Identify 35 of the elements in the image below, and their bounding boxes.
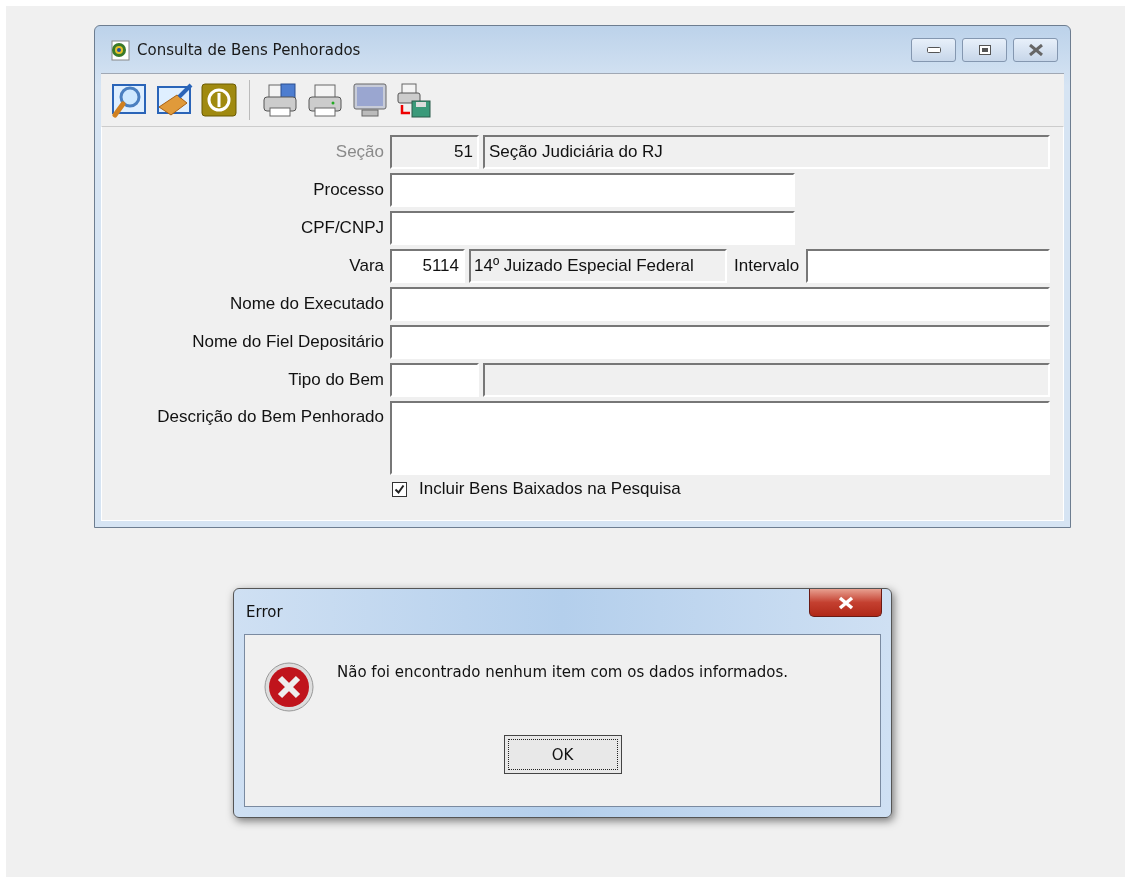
text-area[interactable] <box>390 401 1050 475</box>
error-message: Não foi encontrado nenhum item com os dados informados. <box>337 662 789 681</box>
maximize-button[interactable] <box>962 37 1007 62</box>
input-field[interactable] <box>390 173 795 207</box>
field-label: Descrição do Bem Penhorado <box>156 406 384 427</box>
field-label: Vara <box>348 256 384 276</box>
dialog-title: Error <box>246 602 283 621</box>
error-icon <box>263 661 315 713</box>
field-label: Processo <box>312 180 384 200</box>
ok-button[interactable]: OK <box>503 735 622 774</box>
input-field[interactable] <box>806 249 1050 283</box>
checkbox[interactable] <box>392 481 407 497</box>
field-label: Intervalo <box>734 256 800 276</box>
input-field[interactable] <box>390 211 795 245</box>
close-icon <box>836 595 855 610</box>
close-button[interactable] <box>1013 37 1058 62</box>
close-button[interactable] <box>809 589 882 617</box>
field-label: Tipo do Bem <box>287 370 384 390</box>
input-field[interactable] <box>390 325 1050 359</box>
checkbox-label: Incluir Bens Baixados na Pesquisa <box>419 479 681 499</box>
emblem-icon <box>109 38 131 61</box>
close-icon <box>1027 43 1044 56</box>
field-label: Nome do Executado <box>228 294 384 314</box>
code-field[interactable] <box>390 363 479 397</box>
description-field[interactable]: 14º Juizado Especial Federal <box>469 249 727 283</box>
input-field[interactable] <box>390 287 1050 321</box>
maximize-icon <box>978 44 991 55</box>
minimize-icon <box>926 46 941 53</box>
field-label: Nome do Fiel Depositário <box>191 332 384 352</box>
window-title: Consulta de Bens Penhorados <box>137 40 361 59</box>
minimize-button[interactable] <box>911 37 956 62</box>
code-field[interactable]: 5114 <box>390 249 465 283</box>
description-field[interactable] <box>483 363 1050 397</box>
field-label: CPF/CNPJ <box>299 218 384 238</box>
field-label: Seção <box>334 142 384 162</box>
